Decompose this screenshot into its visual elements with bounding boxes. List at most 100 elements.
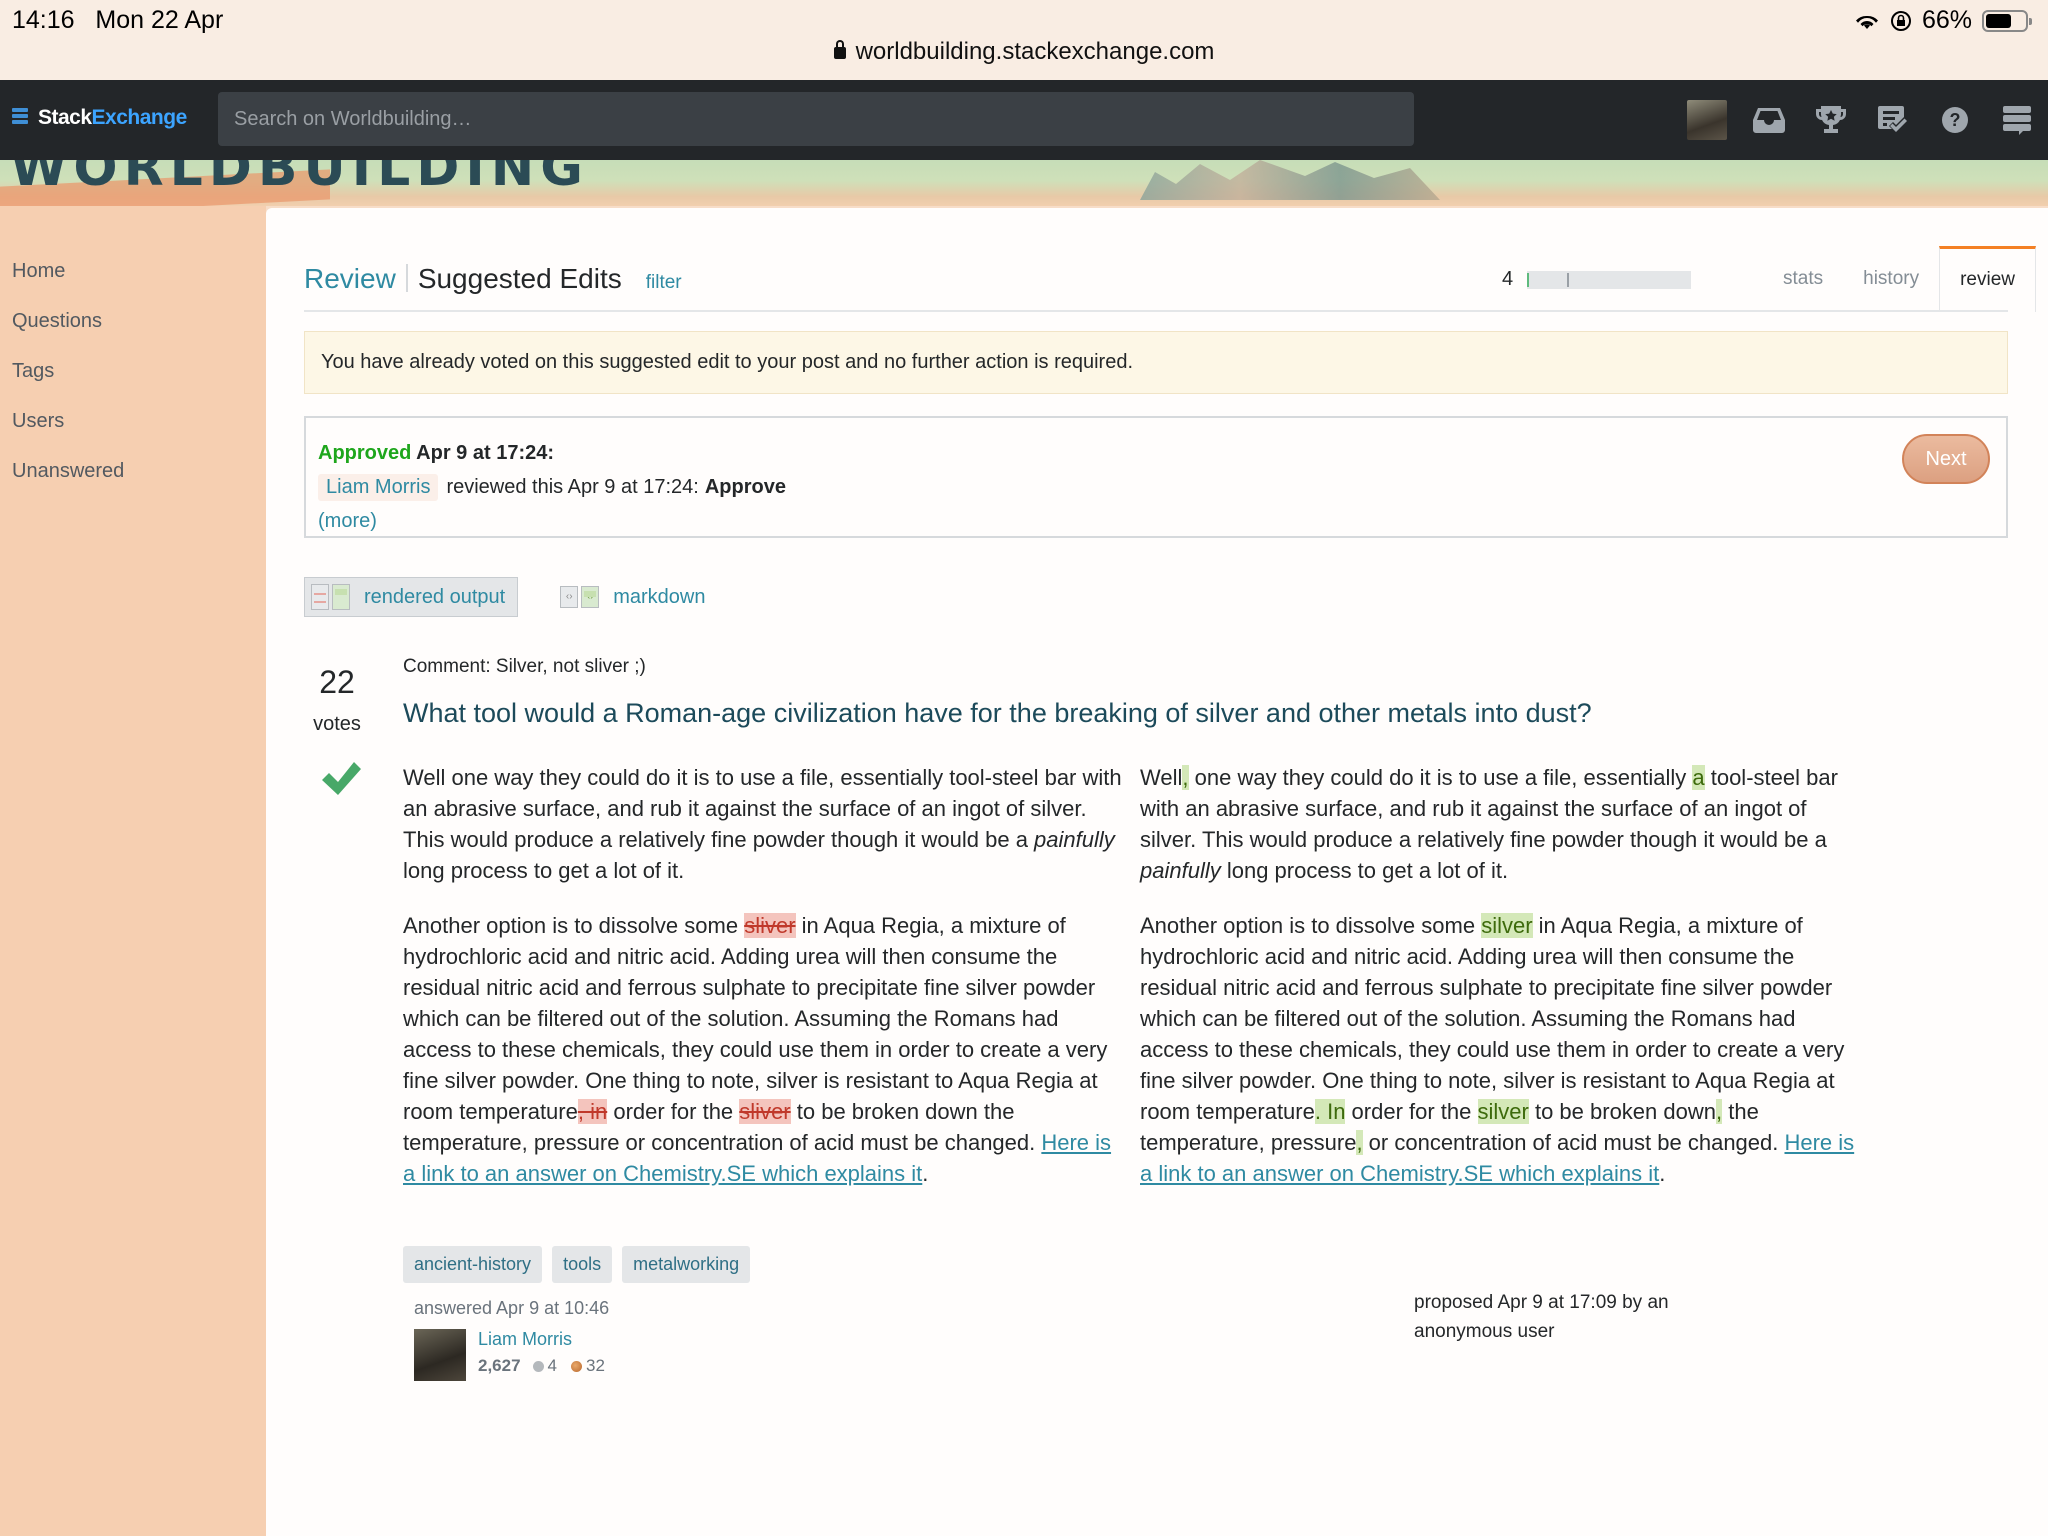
url-text: worldbuilding.stackexchange.com	[855, 38, 1215, 65]
review-link[interactable]: Review	[304, 263, 396, 295]
diff-view-toggle: rendered output ‹› ‹› markdown	[304, 577, 718, 617]
help-button[interactable]: ?	[1924, 80, 1986, 160]
review-result-box: Approved Apr 9 at 17:24: Liam Morris rev…	[304, 416, 2008, 538]
original-paragraph-2: Another option is to dissolve some slive…	[403, 913, 1112, 1186]
deleted-text: sliver	[739, 1099, 791, 1124]
sidebar-item-unanswered[interactable]: Unanswered	[0, 446, 266, 496]
more-link[interactable]: (more)	[318, 510, 377, 533]
bronze-badge-icon	[571, 1360, 583, 1372]
next-button[interactable]: Next	[1902, 434, 1990, 484]
main-content: Review Suggested Edits filter 4 stats hi…	[266, 208, 2048, 1536]
original-paragraph-1: Well one way they could do it is to use …	[403, 765, 1122, 883]
original-body: Well one way they could do it is to use …	[403, 762, 1125, 1213]
wifi-icon	[1855, 15, 1878, 29]
progress-marker	[1567, 272, 1570, 287]
ios-status-bar: 14:16 Mon 22 Apr 66% worldbuilding.stack…	[0, 0, 2048, 80]
status-indicators: 66%	[1854, 6, 2032, 35]
markdown-button[interactable]: ‹› ‹› markdown	[554, 577, 717, 617]
vote-label: votes	[313, 713, 361, 735]
top-bar: StackExchange ?	[0, 80, 2048, 160]
edited-paragraph-1: Well, one way they could do it is to use…	[1140, 765, 1838, 883]
vote-count: 22 votes	[304, 664, 370, 736]
inbox-icon	[1753, 108, 1785, 133]
review-queue-button[interactable]	[1862, 80, 1924, 160]
inserted-text: a	[1692, 765, 1705, 790]
topbar-icons: ?	[1676, 80, 2048, 160]
reviewer-link[interactable]: Liam Morris	[318, 474, 439, 501]
vote-number: 22	[319, 664, 355, 700]
approved-time: Apr 9 at 17:24:	[416, 442, 555, 464]
tab-history[interactable]: history	[1843, 246, 1939, 312]
edited-paragraph-2: Another option is to dissolve some silve…	[1140, 913, 1855, 1186]
tab-stats[interactable]: stats	[1763, 246, 1843, 312]
rendered-output-icon	[311, 584, 350, 610]
review-status: Approved Apr 9 at 17:24:	[318, 442, 554, 465]
bronze-badge-count: 32	[586, 1356, 605, 1375]
sidebar-item-questions[interactable]: Questions	[0, 296, 266, 346]
header-divider	[405, 264, 408, 292]
stackexchange-logo-icon	[12, 108, 28, 128]
queue-count: 4	[1502, 268, 1514, 290]
review-tabs: stats history review	[1763, 246, 2036, 312]
search-input[interactable]	[218, 92, 1414, 146]
approved-label: Approved	[318, 442, 412, 464]
tag-tools[interactable]: tools	[552, 1246, 613, 1283]
deleted-text: , in	[577, 1099, 608, 1124]
markdown-icon: ‹› ‹›	[560, 586, 600, 608]
inserted-text: silver	[1481, 913, 1533, 938]
banner-city-illustration	[1140, 160, 1440, 200]
tag-ancient-history[interactable]: ancient-history	[403, 1246, 543, 1283]
rendered-output-button[interactable]: rendered output	[304, 577, 519, 617]
battery-icon	[1982, 9, 2032, 32]
site-switcher-icon	[2003, 106, 2031, 135]
site-switcher-button[interactable]	[1986, 80, 2048, 160]
sidebar-item-tags[interactable]: Tags	[0, 346, 266, 396]
queue-progress: 4	[1502, 268, 1692, 291]
silver-badge-icon	[532, 1360, 544, 1372]
lock-icon	[833, 40, 846, 59]
site-banner: WORLDBUILDING	[0, 160, 2048, 206]
reviewed-text: reviewed this Apr 9 at 17:24:	[446, 476, 699, 498]
post-tags: ancient-history tools metalworking	[403, 1246, 751, 1283]
user-avatar-button[interactable]	[1676, 80, 1738, 160]
page-header: Review Suggested Edits filter	[304, 260, 682, 295]
sidebar-item-users[interactable]: Users	[0, 396, 266, 446]
tab-review[interactable]: review	[1939, 246, 2036, 312]
question-title-link[interactable]: What tool would a Roman-age civilization…	[403, 698, 1592, 729]
answer-signature: answered Apr 9 at 10:46 Liam Morris 2,62…	[414, 1298, 609, 1381]
reviewer-line: Liam Morris reviewed this Apr 9 at 17:24…	[318, 474, 786, 501]
filter-link[interactable]: filter	[646, 272, 682, 294]
author-link[interactable]: Liam Morris	[478, 1329, 605, 1350]
already-voted-notice: You have already voted on this suggested…	[304, 331, 2008, 394]
page-title: Suggested Edits	[417, 263, 622, 294]
achievements-button[interactable]	[1800, 80, 1862, 160]
silver-badge-count: 4	[547, 1356, 558, 1375]
answered-time: answered Apr 9 at 10:46	[414, 1298, 610, 1318]
review-action: Approve	[704, 476, 786, 498]
author-reputation: 2,627 4 32	[478, 1356, 605, 1376]
reputation-score: 2,627	[478, 1356, 521, 1375]
stackexchange-logo[interactable]: StackExchange	[12, 106, 187, 130]
trophy-icon	[1816, 106, 1846, 133]
author-avatar[interactable]	[414, 1329, 466, 1381]
rotation-lock-icon	[1890, 10, 1911, 31]
queue-progress-bar	[1527, 270, 1692, 289]
inserted-text: . In	[1314, 1099, 1346, 1124]
proposed-by: proposed Apr 9 at 17:09 by an anonymous …	[1414, 1292, 1669, 1342]
svg-text:?: ?	[1950, 110, 1961, 130]
edit-comment: Comment: Silver, not sliver ;)	[403, 656, 646, 677]
avatar	[1687, 100, 1727, 140]
left-sidebar: Home Questions Tags Users Unanswered	[0, 206, 266, 1536]
inserted-text: silver	[1477, 1099, 1529, 1124]
site-logo[interactable]: WORLDBUILDING	[10, 160, 589, 198]
progress-marker	[1527, 272, 1530, 287]
sidebar-item-home[interactable]: Home	[0, 246, 266, 296]
header-divider-line	[304, 310, 2008, 312]
address-bar[interactable]: worldbuilding.stackexchange.com	[0, 38, 2048, 66]
accepted-answer-icon	[320, 758, 362, 803]
deleted-text: sliver	[744, 913, 796, 938]
help-icon: ?	[1942, 107, 1968, 133]
inbox-button[interactable]	[1738, 80, 1800, 160]
sidebar-nav: Home Questions Tags Users Unanswered	[0, 206, 266, 496]
tag-metalworking[interactable]: metalworking	[622, 1246, 751, 1283]
